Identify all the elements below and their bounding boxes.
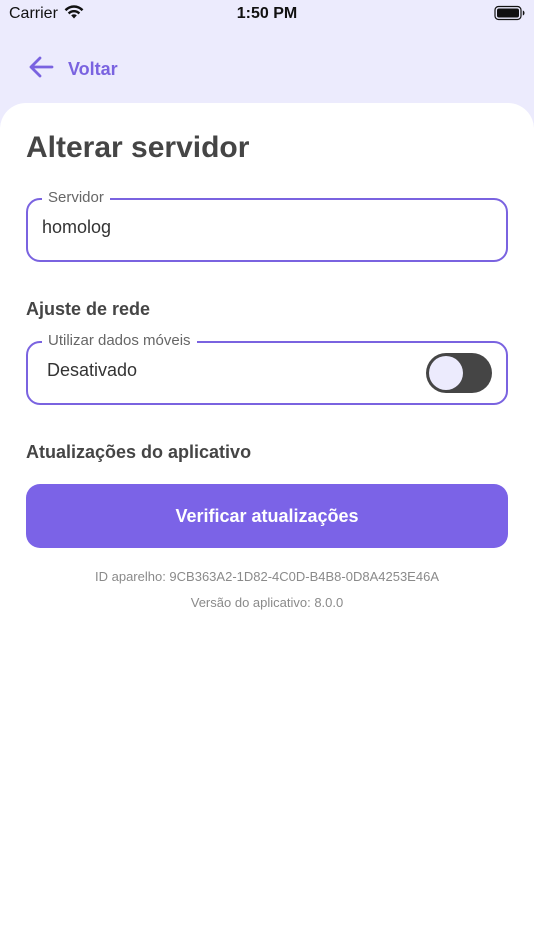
mobile-data-label: Utilizar dados móveis [42,332,197,350]
mobile-data-field: Utilizar dados móveis Desativado [26,332,508,405]
content-sheet: Alterar servidor Servidor homolog Ajuste… [0,103,534,950]
mobile-data-toggle[interactable] [426,353,492,393]
page-title: Alterar servidor [26,131,250,164]
back-button[interactable]: Voltar [28,54,118,84]
toggle-knob [429,356,463,390]
status-bar: Carrier 1:50 PM [0,0,534,28]
arrow-left-icon [28,56,54,83]
app-version-text: Versão do aplicativo: 8.0.0 [190,595,344,610]
device-id-text: ID aparelho: 9CB363A2-1D82-4C0D-B4B8-0D8… [95,569,439,584]
clock: 1:50 PM [236,5,298,22]
mobile-data-status: Desativado [47,360,138,380]
check-updates-button[interactable]: Verificar atualizações [26,484,508,548]
navigation-bar: Voltar [0,48,534,90]
back-label: Voltar [68,58,118,79]
updates-section-title: Atualizações do aplicativo [26,442,252,462]
server-field[interactable]: Servidor homolog [26,189,508,262]
battery-icon [494,5,526,26]
server-field-label: Servidor [42,189,110,207]
network-section-title: Ajuste de rede [26,299,151,319]
server-field-value: homolog [42,217,112,237]
